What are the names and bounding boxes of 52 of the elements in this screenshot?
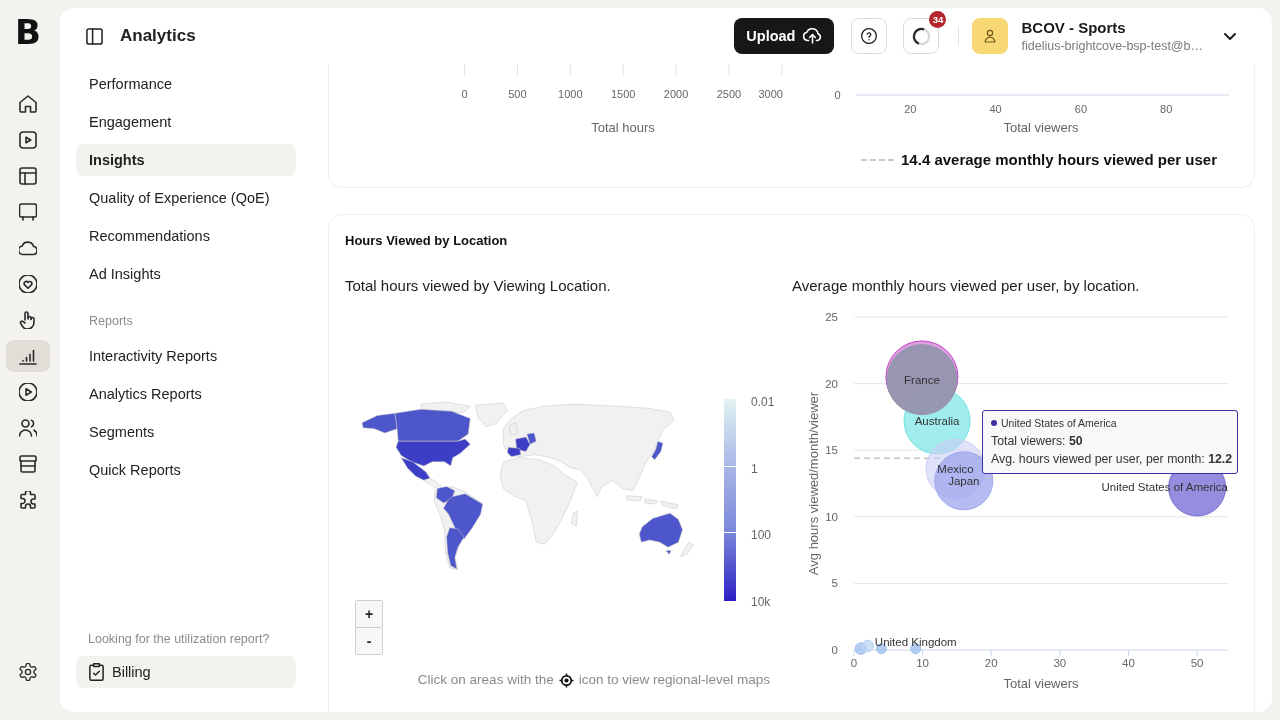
axis-tick-label: 60 (1074, 103, 1088, 115)
tooltip-text: Total viewers: 50 (991, 433, 1084, 449)
scale-label: 100 (751, 527, 773, 544)
chart-subtitle: Total hours viewed by Viewing Location. (345, 277, 611, 295)
scale-label: 1 (751, 460, 759, 477)
bubble-label: Japan (948, 474, 980, 487)
notification-badge: 34 (929, 11, 947, 28)
axis-tick-label: 40 (1122, 657, 1135, 669)
bubble-label: Mexico (937, 462, 974, 475)
bubble-label: Australia (914, 414, 960, 427)
axis-tick-label: 2500 (716, 88, 742, 100)
axis-tick-label: 30 (1053, 657, 1067, 669)
axis-tick-label: 50 (1190, 657, 1204, 669)
axis-tick-label: 1000 (558, 88, 583, 100)
bubble-label: France (904, 373, 940, 386)
axis-tick-label: 25 (825, 311, 838, 323)
axis-tick-label: 40 (989, 103, 1002, 115)
axis-tick-label: 0 (850, 657, 858, 669)
axis-tick-label: 0 (461, 88, 468, 100)
legend-text: 14.4 average monthly hours viewed per user (901, 150, 1217, 170)
axis-tick-label: 1500 (610, 88, 636, 100)
bubble-label: United Kingdom (874, 636, 957, 648)
axis-tick-label: 2000 (663, 88, 689, 100)
axis-tick-label: 10 (916, 657, 929, 669)
axis-tick-label: 20 (904, 103, 917, 115)
section-label: Reports (89, 313, 134, 329)
axis-title: Total hours (591, 120, 655, 135)
axis-tick-label: 3000 (758, 88, 783, 100)
axis-tick-label: 0 (834, 89, 841, 101)
axis-tick-label: 10 (825, 510, 838, 523)
axis-title: Total viewers (1003, 120, 1079, 135)
brand-logo: B (15, 15, 41, 49)
axis-tick-label: 20 (984, 657, 998, 669)
axis-tick-label: 80 (1160, 103, 1173, 115)
axis-tick-label: 15 (825, 444, 838, 457)
map-note-text: icon to view regional-level maps (578, 672, 770, 688)
chart-subtitle: Average monthly hours viewed per user, by location. (792, 277, 1140, 295)
axis-tick-label: 500 (508, 88, 527, 100)
account-email: fidelius-brightcove-bsp-test@b… (1021, 37, 1203, 54)
axis-tick-label: 0 (831, 644, 838, 656)
account-name: BCOV - Sports (1021, 18, 1127, 37)
scale-label: 10k (751, 593, 772, 610)
axis-tick-label: 5 (831, 577, 838, 590)
axis-tick-label: 20 (825, 377, 838, 390)
axis-title: Total viewers (1003, 676, 1079, 691)
sidebar-title: Analytics (120, 26, 196, 46)
scale-label: 0.01 (751, 394, 775, 410)
axis-title: Avg hours viewed/month/viewer (806, 391, 821, 576)
utilization-note: Looking for the utilization report? (88, 631, 271, 647)
card-title: Hours Viewed by Location (345, 233, 509, 249)
tooltip-title: United States of America (1001, 416, 1117, 430)
map-note-text: Click on areas with the (417, 672, 554, 688)
